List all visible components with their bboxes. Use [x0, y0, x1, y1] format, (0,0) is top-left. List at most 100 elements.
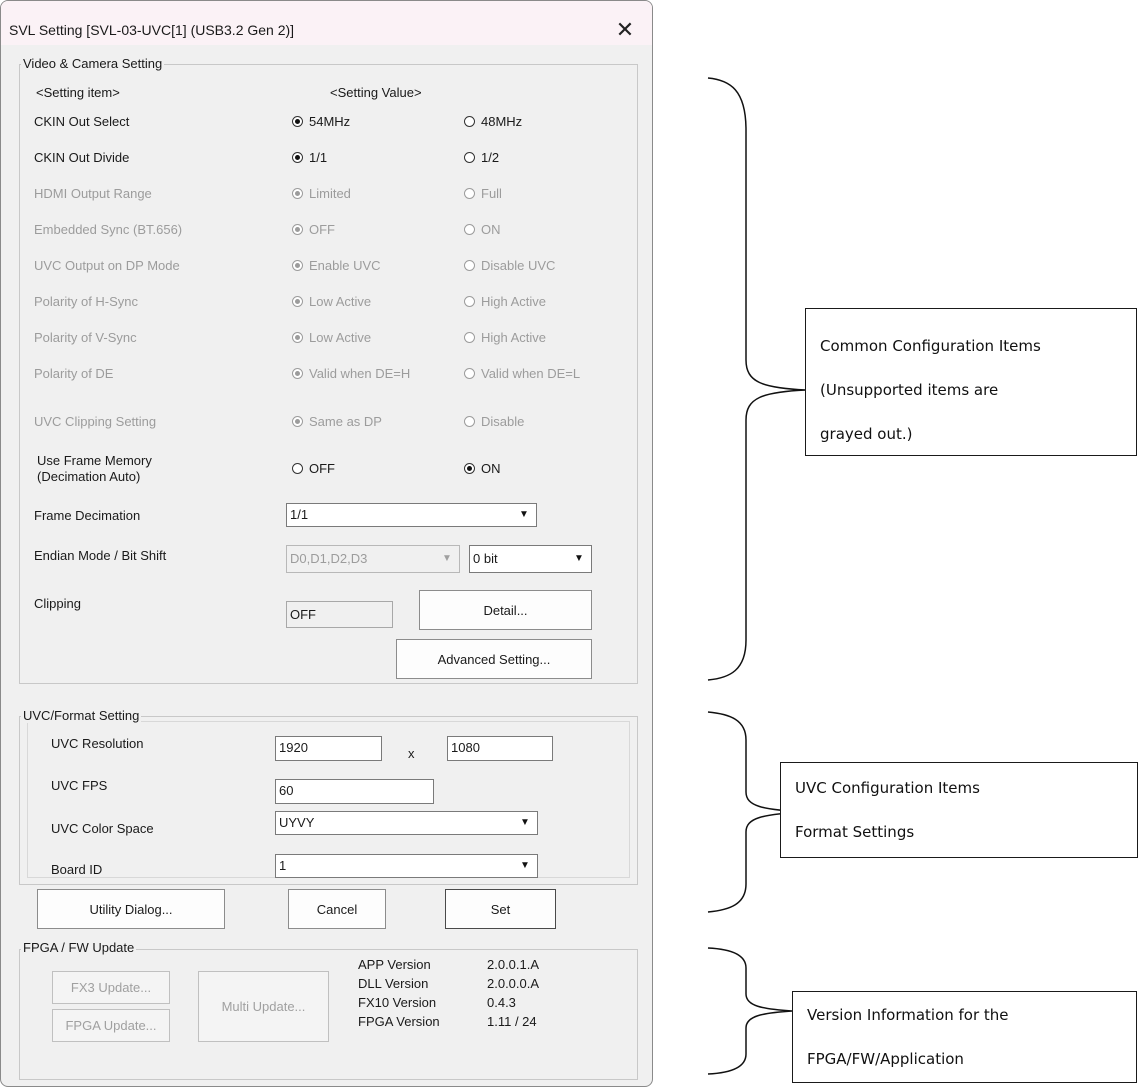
- radio-dot: [292, 152, 303, 163]
- uvc-format-group-title: UVC/Format Setting: [21, 708, 142, 723]
- version-value-fpga: 1.11 / 24: [487, 1014, 537, 1029]
- radio-label: Enable UVC: [309, 258, 381, 273]
- radio-dot: [464, 224, 475, 235]
- advanced-setting-button[interactable]: Advanced Setting...: [396, 639, 592, 679]
- radio-dot: [292, 296, 303, 307]
- endian-mode-select: D0,D1,D2,D3 ▼: [286, 545, 460, 573]
- radio-dot: [464, 116, 475, 127]
- clipping-detail-button[interactable]: Detail...: [419, 590, 592, 630]
- board-id-label: Board ID: [51, 862, 103, 877]
- radio-frame-memory-on[interactable]: ON: [464, 461, 501, 476]
- radio-embedded-sync-on: ON: [464, 222, 501, 237]
- radio-label: OFF: [309, 222, 335, 237]
- radio-clip-same-as-dp: Same as DP: [292, 414, 382, 429]
- clipping-value-field: OFF: [286, 601, 393, 628]
- column-header-item: <Setting item>: [36, 85, 120, 100]
- uvc-resolution-width-input[interactable]: 1920: [275, 736, 382, 761]
- radio-dot: [464, 463, 475, 474]
- board-id-select[interactable]: 1 ▼: [275, 854, 538, 878]
- radio-dot: [292, 332, 303, 343]
- row-label-polarity-de: Polarity of DE: [34, 366, 114, 381]
- row-label-embedded-sync: Embedded Sync (BT.656): [34, 222, 183, 237]
- fx3-update-button: FX3 Update...: [52, 971, 170, 1004]
- radio-label: High Active: [481, 330, 547, 345]
- annotation-uvc-line1: UVC Configuration Items: [795, 779, 980, 797]
- annotation-common-line3: grayed out.): [820, 425, 913, 443]
- radio-label: Limited: [309, 186, 351, 201]
- version-name-dll: DLL Version: [358, 976, 429, 991]
- radio-dot: [464, 260, 475, 271]
- radio-hdmi-limited: Limited: [292, 186, 351, 201]
- row-label-ckin-out-divide: CKIN Out Divide: [34, 150, 130, 165]
- radio-label: Disable UVC: [481, 258, 556, 273]
- radio-de-valid-l: Valid when DE=L: [464, 366, 580, 381]
- frame-decimation-label: Frame Decimation: [34, 508, 141, 523]
- radio-label: High Active: [481, 294, 547, 309]
- radio-dot: [464, 152, 475, 163]
- radio-hsync-high: High Active: [464, 294, 546, 309]
- radio-vsync-low: Low Active: [292, 330, 371, 345]
- annotation-uvc-line2: Format Settings: [795, 823, 915, 841]
- row-label-frame-memory: Use Frame Memory (Decimation Auto): [37, 453, 152, 485]
- resolution-separator: x: [408, 746, 415, 761]
- radio-dot: [292, 224, 303, 235]
- radio-dot: [464, 296, 475, 307]
- brace-version: [707, 947, 793, 1075]
- uvc-resolution-height-input[interactable]: 1080: [447, 736, 553, 761]
- radio-disable-uvc: Disable UVC: [464, 258, 555, 273]
- radio-label: Same as DP: [309, 414, 382, 429]
- radio-de-valid-h: Valid when DE=H: [292, 366, 410, 381]
- radio-dot: [292, 188, 303, 199]
- radio-clip-disable: Disable: [464, 414, 524, 429]
- radio-ckin-54mhz[interactable]: 54MHz: [292, 114, 350, 129]
- radio-label: OFF: [309, 461, 335, 476]
- window-title: SVL Setting [SVL-03-UVC[1] (USB3.2 Gen 2…: [9, 22, 295, 38]
- radio-label: 1/1: [309, 150, 328, 165]
- radio-dot: [292, 416, 303, 427]
- version-name-app: APP Version: [358, 957, 431, 972]
- row-label-uvc-clipping: UVC Clipping Setting: [34, 414, 157, 429]
- chevron-down-icon: ▼: [519, 509, 529, 520]
- radio-label: 48MHz: [481, 114, 523, 129]
- title-bar: SVL Setting [SVL-03-UVC[1] (USB3.2 Gen 2…: [1, 1, 652, 45]
- frame-decimation-select[interactable]: 1/1 ▼: [286, 503, 537, 527]
- radio-divide-1-2[interactable]: 1/2: [464, 150, 499, 165]
- chevron-down-icon: ▼: [442, 553, 452, 564]
- annotation-version-line2: FPGA/FW/Application: [807, 1050, 964, 1068]
- row-label-polarity-vsync: Polarity of V-Sync: [34, 330, 137, 345]
- radio-dot: [292, 463, 303, 474]
- radio-label: 1/2: [481, 150, 500, 165]
- cancel-button[interactable]: Cancel: [288, 889, 386, 929]
- close-icon[interactable]: ✕: [605, 13, 645, 47]
- radio-vsync-high: High Active: [464, 330, 546, 345]
- radio-label: Valid when DE=H: [309, 366, 411, 381]
- radio-label: ON: [481, 461, 501, 476]
- radio-ckin-48mhz[interactable]: 48MHz: [464, 114, 522, 129]
- uvc-fps-label: UVC FPS: [51, 778, 108, 793]
- bit-shift-select[interactable]: 0 bit ▼: [469, 545, 592, 573]
- radio-enable-uvc: Enable UVC: [292, 258, 381, 273]
- annotation-braces: [707, 77, 807, 1075]
- radio-hsync-low: Low Active: [292, 294, 371, 309]
- uvc-fps-input[interactable]: 60: [275, 779, 434, 804]
- row-label-polarity-hsync: Polarity of H-Sync: [34, 294, 139, 309]
- svl-setting-dialog: SVL Setting [SVL-03-UVC[1] (USB3.2 Gen 2…: [0, 0, 653, 1087]
- utility-dialog-button[interactable]: Utility Dialog...: [37, 889, 225, 929]
- radio-divide-1-1[interactable]: 1/1: [292, 150, 327, 165]
- radio-label: Low Active: [309, 294, 372, 309]
- radio-frame-memory-off[interactable]: OFF: [292, 461, 335, 476]
- version-value-app: 2.0.0.1.A: [487, 957, 540, 972]
- brace-common: [707, 77, 807, 681]
- version-name-fpga: FPGA Version: [358, 1014, 440, 1029]
- annotation-version-line1: Version Information for the: [807, 1006, 1009, 1024]
- frame-memory-line1: Use Frame Memory: [37, 453, 152, 468]
- radio-dot: [464, 368, 475, 379]
- fpga-update-button: FPGA Update...: [52, 1009, 170, 1042]
- set-button[interactable]: Set: [445, 889, 556, 929]
- uvc-color-space-select[interactable]: UYVY ▼: [275, 811, 538, 835]
- frame-memory-line2: (Decimation Auto): [37, 469, 141, 484]
- radio-label: ON: [481, 222, 501, 237]
- radio-dot: [464, 188, 475, 199]
- column-header-value: <Setting Value>: [330, 85, 422, 100]
- radio-label: Full: [481, 186, 502, 201]
